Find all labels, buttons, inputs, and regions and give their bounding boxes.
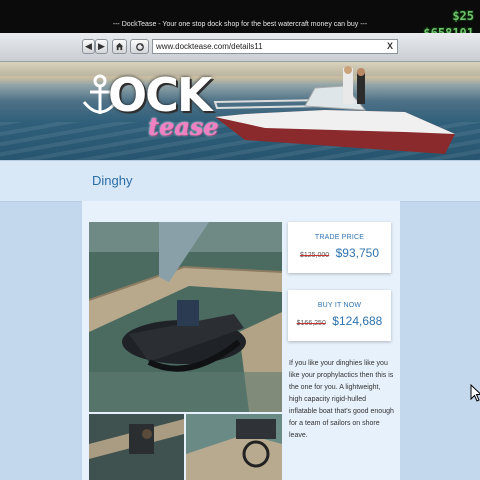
product-main-photo[interactable] — [89, 222, 282, 412]
trade-price-new: $93,750 — [335, 246, 380, 260]
address-bar[interactable]: www.docktease.com/details11 X — [152, 39, 398, 54]
url-text: www.docktease.com/details11 — [156, 42, 263, 51]
buy-it-now-new-price: $124,688 — [332, 314, 383, 328]
logo-tease-text: tease — [148, 112, 219, 141]
hud-cash: $25 — [452, 9, 474, 23]
chevron-left-icon: ◀ — [85, 41, 92, 52]
thumbnail-1[interactable] — [89, 414, 184, 480]
home-icon — [115, 42, 124, 51]
window-title: --- DockTease - Your one stop dock shop … — [112, 21, 368, 28]
close-button[interactable]: X — [384, 40, 396, 53]
forward-button[interactable]: ▶ — [95, 39, 108, 54]
dinghy-thumb-image — [89, 414, 184, 480]
refresh-icon — [135, 42, 144, 51]
refresh-button[interactable] — [130, 39, 149, 54]
speedboat-image — [213, 66, 455, 154]
buy-it-now-box[interactable]: BUY IT NOW $166,250 $124,688 — [288, 290, 391, 341]
trade-price-label: TRADE PRICE — [314, 234, 365, 241]
site-banner — [0, 62, 480, 160]
thumbnail-2[interactable] — [186, 414, 282, 480]
buy-it-now-old-price: $166,250 — [296, 320, 326, 327]
trade-price-old: $125,000 — [299, 252, 330, 259]
dinghy-cockpit-image — [186, 414, 282, 480]
trade-price-box[interactable]: TRADE PRICE $125,000 $93,750 — [288, 222, 391, 273]
back-button[interactable]: ◀ — [82, 39, 95, 54]
browser-titlebar: --- DockTease - Your one stop dock shop … — [0, 0, 480, 33]
mouse-cursor-icon — [470, 384, 480, 402]
browser-toolbar: ◀ ▶ www.docktease.com/details11 X — [0, 33, 480, 62]
product-title-bar: Dinghy — [0, 160, 480, 202]
buy-it-now-label: BUY IT NOW — [317, 302, 362, 309]
product-description: If you like your dinghies like you like … — [289, 360, 394, 439]
chevron-right-icon: ▶ — [98, 41, 105, 52]
home-button[interactable] — [112, 39, 127, 54]
product-title: Dinghy — [92, 173, 133, 188]
dinghy-dock-image — [89, 222, 282, 412]
